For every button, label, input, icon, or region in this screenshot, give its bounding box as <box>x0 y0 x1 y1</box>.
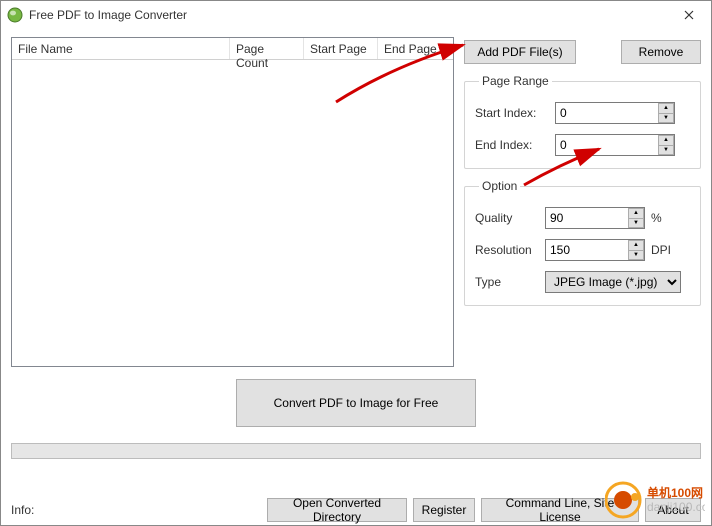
spin-up-icon[interactable]: ▲ <box>628 240 644 250</box>
spin-up-icon[interactable]: ▲ <box>658 135 674 145</box>
spin-down-icon[interactable]: ▼ <box>628 218 644 229</box>
convert-button[interactable]: Convert PDF to Image for Free <box>236 379 476 427</box>
close-button[interactable] <box>669 1 709 29</box>
spin-down-icon[interactable]: ▼ <box>658 145 674 156</box>
spin-up-icon[interactable]: ▲ <box>628 208 644 218</box>
resolution-label: Resolution <box>475 243 545 257</box>
open-converted-directory-button[interactable]: Open Converted Directory <box>267 498 407 522</box>
option-group: Option Quality ▲▼ % Resolution ▲▼ DPI <box>464 179 701 306</box>
resolution-spinner[interactable]: ▲▼ <box>545 239 645 261</box>
grid-body <box>12 60 453 362</box>
spin-down-icon[interactable]: ▼ <box>628 250 644 261</box>
start-index-spinner[interactable]: ▲▼ <box>555 102 675 124</box>
resolution-unit: DPI <box>651 243 671 257</box>
col-filename[interactable]: File Name <box>12 38 230 59</box>
window-title: Free PDF to Image Converter <box>29 8 669 22</box>
about-button[interactable]: About <box>645 498 701 522</box>
col-startpage[interactable]: Start Page <box>304 38 378 59</box>
spin-up-icon[interactable]: ▲ <box>658 103 674 113</box>
end-index-input[interactable] <box>555 134 675 156</box>
progress-bar <box>11 443 701 459</box>
type-select[interactable]: JPEG Image (*.jpg) <box>545 271 681 293</box>
app-icon <box>7 7 23 23</box>
quality-unit: % <box>651 211 662 225</box>
quality-label: Quality <box>475 211 545 225</box>
col-endpage[interactable]: End Page <box>378 38 453 59</box>
add-pdf-files-button[interactable]: Add PDF File(s) <box>464 40 576 64</box>
remove-button[interactable]: Remove <box>621 40 701 64</box>
command-line-button[interactable]: Command Line, Site License <box>481 498 639 522</box>
quality-spinner[interactable]: ▲▼ <box>545 207 645 229</box>
page-range-group: Page Range Start Index: ▲▼ End Index: ▲▼ <box>464 74 701 169</box>
option-legend: Option <box>479 179 520 193</box>
info-label: Info: <box>11 503 261 517</box>
end-index-label: End Index: <box>475 138 555 152</box>
spin-down-icon[interactable]: ▼ <box>658 113 674 124</box>
start-index-label: Start Index: <box>475 106 555 120</box>
type-label: Type <box>475 275 545 289</box>
end-index-spinner[interactable]: ▲▼ <box>555 134 675 156</box>
page-range-legend: Page Range <box>479 74 552 88</box>
register-button[interactable]: Register <box>413 498 475 522</box>
col-pagecount[interactable]: Page Count <box>230 38 304 59</box>
start-index-input[interactable] <box>555 102 675 124</box>
file-list-grid[interactable]: File Name Page Count Start Page End Page <box>11 37 454 367</box>
